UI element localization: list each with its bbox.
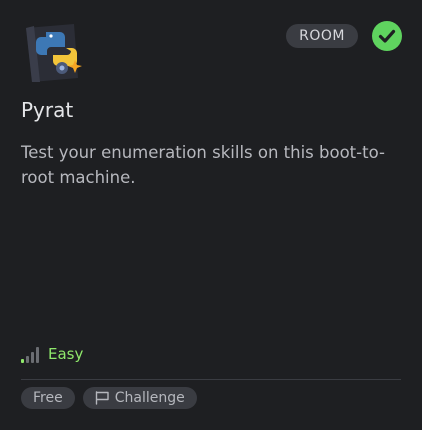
tag-label: Free xyxy=(33,390,63,406)
tag-challenge[interactable]: Challenge xyxy=(82,387,197,409)
difficulty-indicator: Easy xyxy=(21,344,83,364)
room-description: Test your enumeration skills on this boo… xyxy=(21,143,385,187)
room-card[interactable]: ROOM Pyrat Test your enumeration skills … xyxy=(0,0,422,430)
tag-label: Challenge xyxy=(114,390,185,406)
difficulty-label: Easy xyxy=(48,345,84,363)
signal-strength-icon xyxy=(21,347,39,363)
tag-list: Free Challenge xyxy=(21,387,197,409)
flag-icon xyxy=(95,391,109,405)
divider xyxy=(21,379,401,380)
tag-free[interactable]: Free xyxy=(21,387,75,409)
python-room-icon xyxy=(26,24,82,82)
completed-check-icon xyxy=(372,21,402,51)
room-type-badge: ROOM xyxy=(286,24,358,48)
room-title[interactable]: Pyrat xyxy=(21,98,73,122)
